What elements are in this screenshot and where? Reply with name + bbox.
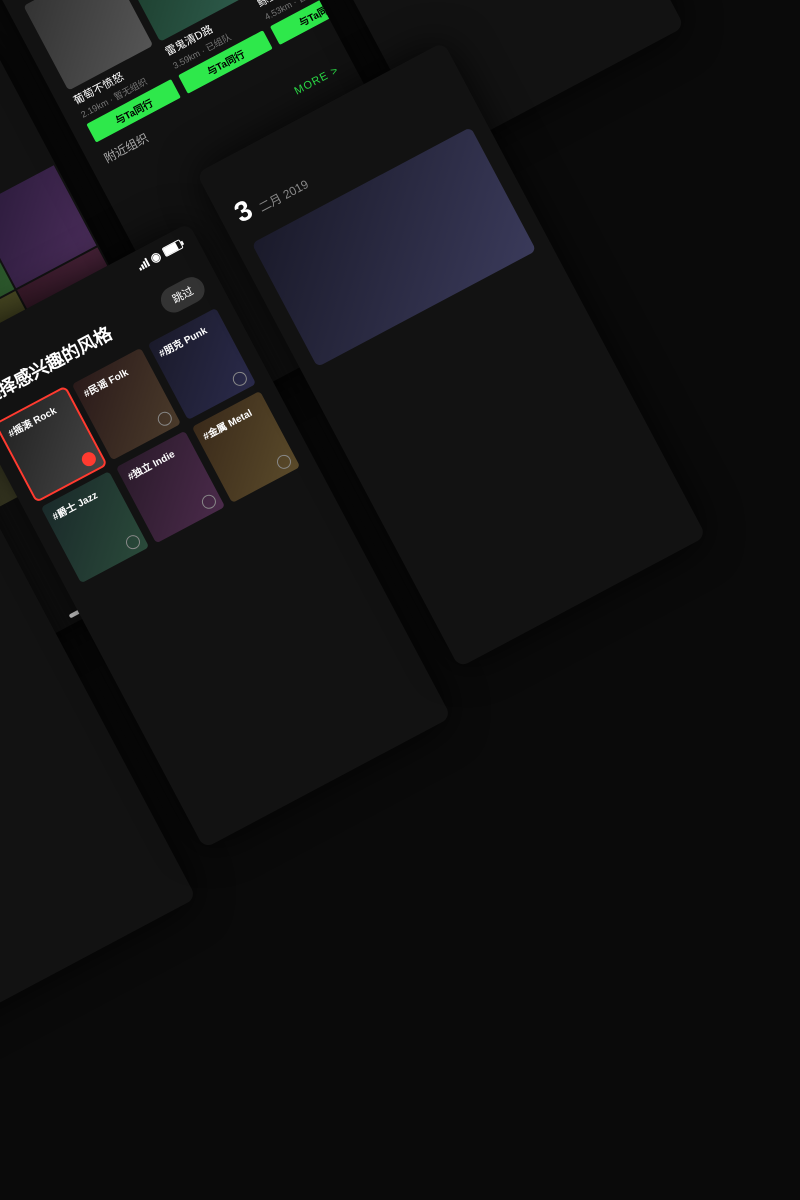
signal-icon (136, 258, 150, 271)
calendar-month: 二月 2019 (256, 175, 312, 215)
checkbox-icon (80, 449, 99, 468)
wifi-icon: ◉ (148, 249, 164, 266)
genre-label: #爵士 Jazz (49, 487, 100, 523)
genre-label: #独立 Indie (124, 445, 177, 483)
genre-label: #金属 Metal (200, 404, 255, 443)
battery-icon (161, 239, 183, 257)
checkbox-icon (230, 369, 249, 388)
checkbox-icon (199, 492, 218, 511)
checkbox-icon (274, 452, 293, 471)
calendar-day: 3 (229, 194, 258, 230)
checkbox-icon (155, 409, 174, 428)
checkbox-icon (124, 532, 143, 551)
